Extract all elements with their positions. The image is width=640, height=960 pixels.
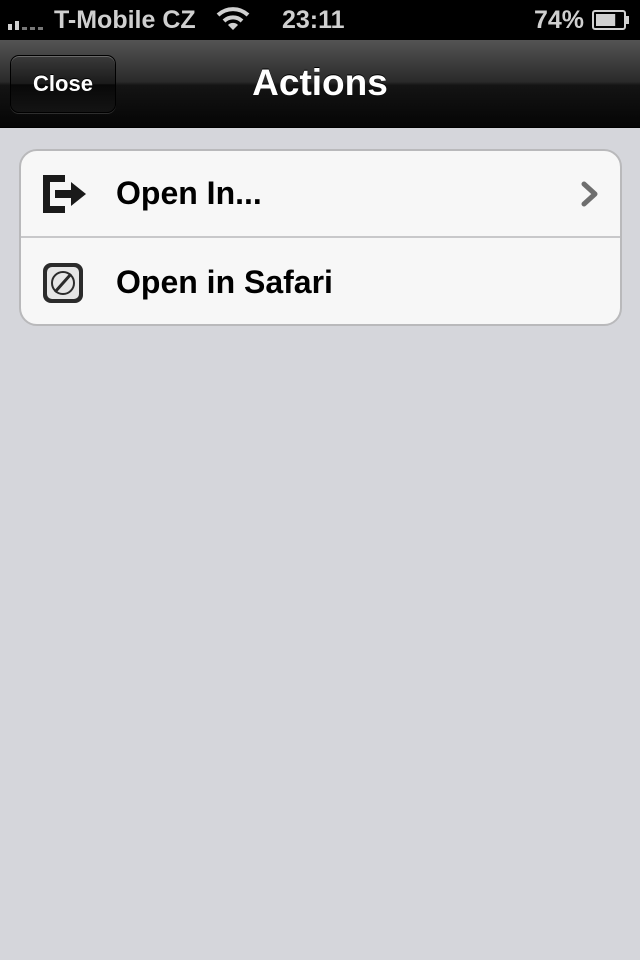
- signal-strength-icon: [8, 20, 43, 30]
- close-button[interactable]: Close: [10, 55, 116, 113]
- battery-percent: 74%: [534, 6, 585, 34]
- wifi-icon: [216, 7, 250, 30]
- action-label-open-in: Open In...: [116, 175, 262, 211]
- safari-compass-icon: [43, 262, 83, 303]
- action-label-open-in-safari: Open in Safari: [116, 264, 333, 300]
- chevron-right-icon: [581, 181, 598, 206]
- status-time: 23:11: [282, 6, 345, 34]
- open-in-icon: [43, 174, 86, 213]
- action-row-open-in[interactable]: Open In...: [21, 151, 620, 238]
- battery-icon: [592, 10, 629, 30]
- page-title: Actions: [252, 62, 388, 103]
- actions-list: Open In... Open in Safari: [19, 149, 622, 326]
- navigation-bar: Close Actions: [0, 40, 640, 128]
- carrier-name: T-Mobile CZ: [54, 6, 196, 34]
- action-row-open-in-safari[interactable]: Open in Safari: [21, 239, 620, 324]
- status-bar: T-Mobile CZ 23:11 74%: [0, 0, 640, 40]
